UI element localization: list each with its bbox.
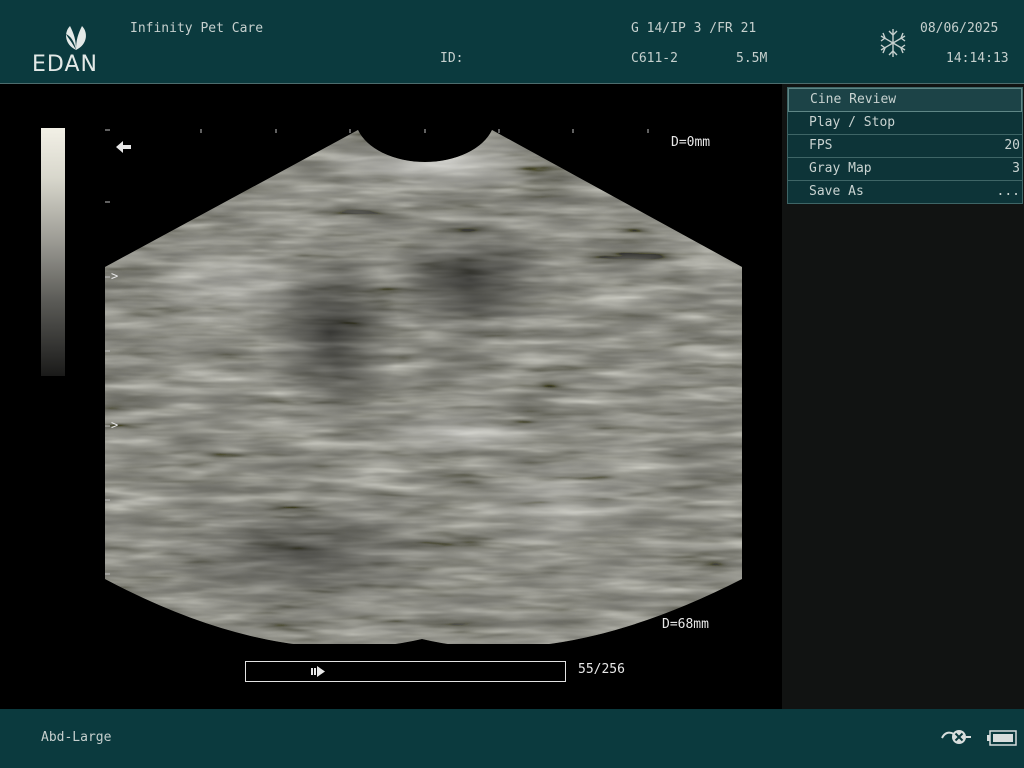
menu-item-label: FPS bbox=[809, 138, 833, 153]
menu-item-label: Save As bbox=[809, 184, 864, 199]
battery-icon bbox=[987, 730, 1017, 746]
ultrasound-image-area: > > D=0mm D=68mm bbox=[0, 84, 782, 709]
cine-frame-counter: 55/256 bbox=[578, 662, 625, 677]
depth-top-label: D=0mm bbox=[671, 135, 711, 150]
menu-item-value: 20 bbox=[1004, 138, 1020, 153]
cine-position-marker-icon[interactable] bbox=[310, 664, 328, 679]
bottom-status-bar: Abd-Large bbox=[0, 709, 1024, 768]
snowflake-icon bbox=[880, 29, 906, 57]
menu-item-label: Play / Stop bbox=[809, 115, 896, 130]
menu-item-label: Gray Map bbox=[809, 161, 872, 176]
exam-time: 14:14:13 bbox=[946, 51, 1009, 66]
menu-item-value: 3 bbox=[1012, 161, 1020, 176]
patient-id-label: ID: bbox=[440, 51, 464, 66]
probe-frequency: 5.5M bbox=[736, 51, 768, 66]
top-info-bar: EDAN Infinity Pet Care ID: G 14/IP 3 /FR… bbox=[0, 0, 1024, 84]
exam-date: 08/06/2025 bbox=[920, 21, 999, 36]
institution-name: Infinity Pet Care bbox=[130, 21, 264, 36]
exam-preset: Abd-Large bbox=[41, 730, 112, 745]
probe-name: C611-2 bbox=[631, 51, 678, 66]
gain-params: G 14/IP 3 /FR 21 bbox=[631, 21, 757, 36]
cine-review-menu: Cine Review Play / Stop FPS 20 Gray Map … bbox=[787, 87, 1023, 204]
left-arrow-icon bbox=[116, 141, 131, 153]
focus-marker: > bbox=[111, 269, 119, 283]
ultrasound-scan bbox=[105, 129, 742, 644]
depth-bottom-label: D=68mm bbox=[662, 617, 709, 632]
probe-icon bbox=[941, 730, 971, 744]
menu-item-fps[interactable]: FPS 20 bbox=[788, 135, 1022, 158]
cine-progress-bar[interactable] bbox=[245, 661, 566, 682]
leaf-logo-icon bbox=[66, 26, 86, 50]
focus-marker: > bbox=[111, 418, 119, 432]
logo-text: EDAN bbox=[32, 52, 98, 77]
menu-item-save-as[interactable]: Save As ... bbox=[788, 181, 1022, 203]
edan-logo: EDAN bbox=[28, 22, 118, 77]
menu-item-gray-map[interactable]: Gray Map 3 bbox=[788, 158, 1022, 181]
menu-item-value: ... bbox=[996, 184, 1020, 199]
menu-item-play-stop[interactable]: Play / Stop bbox=[788, 112, 1022, 135]
gray-scale-bar bbox=[41, 128, 65, 376]
menu-title-cine-review: Cine Review bbox=[788, 88, 1022, 112]
